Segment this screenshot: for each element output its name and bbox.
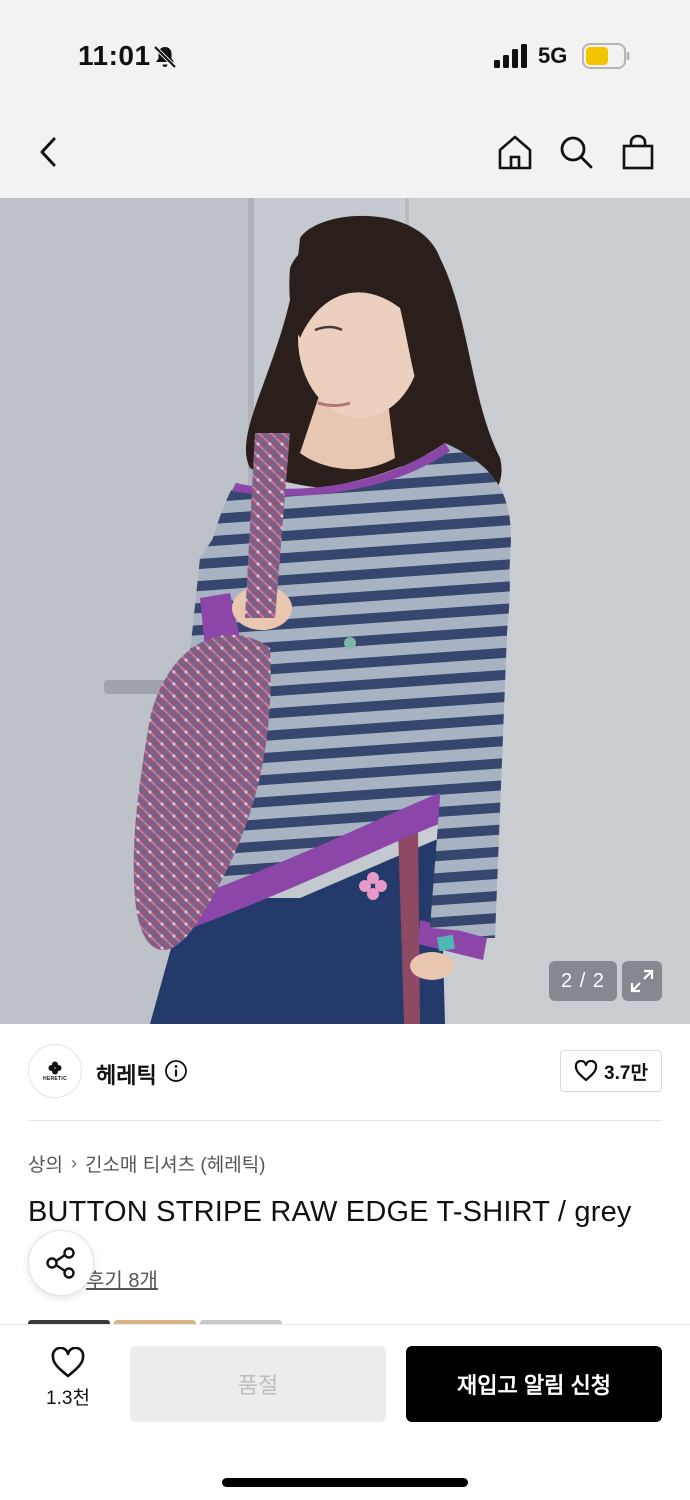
divider <box>28 1120 662 1121</box>
product-image[interactable] <box>0 198 690 1024</box>
expand-image-button[interactable] <box>622 961 662 1001</box>
cart-button[interactable] <box>616 130 660 174</box>
share-button[interactable] <box>28 1230 94 1296</box>
network-label: 5G <box>538 43 568 68</box>
chevron-right-icon: › <box>70 1153 77 1173</box>
brand-like-count: 3.7만 <box>604 1062 648 1084</box>
back-button[interactable] <box>26 130 70 174</box>
soldout-button[interactable]: 품절 <box>130 1346 386 1422</box>
search-icon <box>560 136 593 169</box>
heart-icon <box>51 1347 85 1378</box>
bell-slash-icon <box>153 45 177 69</box>
shopping-bag-icon <box>622 134 654 170</box>
wishlist-count: 1.3천 <box>46 1388 90 1409</box>
battery-icon <box>582 43 630 69</box>
breadcrumb: 상의 › 긴소매 티셔츠 (헤레틱) <box>28 1150 266 1177</box>
breadcrumb-category[interactable]: 상의 <box>28 1150 63 1177</box>
bottom-action-bar: 1.3천 품절 재입고 알림 신청 <box>0 1324 690 1500</box>
status-time: 11:01 <box>78 40 151 71</box>
brand-logo-text: HERETIC <box>42 1075 68 1082</box>
info-icon[interactable] <box>164 1059 188 1083</box>
status-bar: 11:01 5G <box>0 0 690 110</box>
home-button[interactable] <box>493 130 537 174</box>
back-chevron-icon <box>40 137 56 167</box>
expand-icon <box>630 969 654 993</box>
wishlist-button[interactable]: 1.3천 <box>30 1347 106 1417</box>
heart-icon <box>574 1060 598 1082</box>
breadcrumb-subcategory[interactable]: 긴소매 티셔츠 (헤레틱) <box>85 1150 266 1177</box>
search-button[interactable] <box>554 130 598 174</box>
brand-emblem-icon <box>48 1061 62 1074</box>
product-photo <box>0 198 690 1024</box>
share-icon <box>46 1247 75 1279</box>
brand-name[interactable]: 헤레틱 <box>96 1058 157 1090</box>
restock-alert-button[interactable]: 재입고 알림 신청 <box>406 1346 662 1422</box>
review-link[interactable]: 후기 8개 <box>86 1264 158 1293</box>
brand-like-button[interactable]: 3.7만 <box>560 1050 662 1092</box>
image-counter: 2 / 2 <box>549 961 617 1001</box>
brand-row: HERETIC 헤레틱 3.7만 <box>28 1044 662 1100</box>
product-title: BUTTON STRIPE RAW EDGE T-SHIRT / grey <box>28 1196 632 1228</box>
signal-icon <box>494 44 527 68</box>
home-indicator <box>222 1478 468 1487</box>
brand-logo[interactable]: HERETIC <box>28 1044 82 1098</box>
top-nav-bar <box>0 110 690 198</box>
home-icon <box>498 135 532 170</box>
